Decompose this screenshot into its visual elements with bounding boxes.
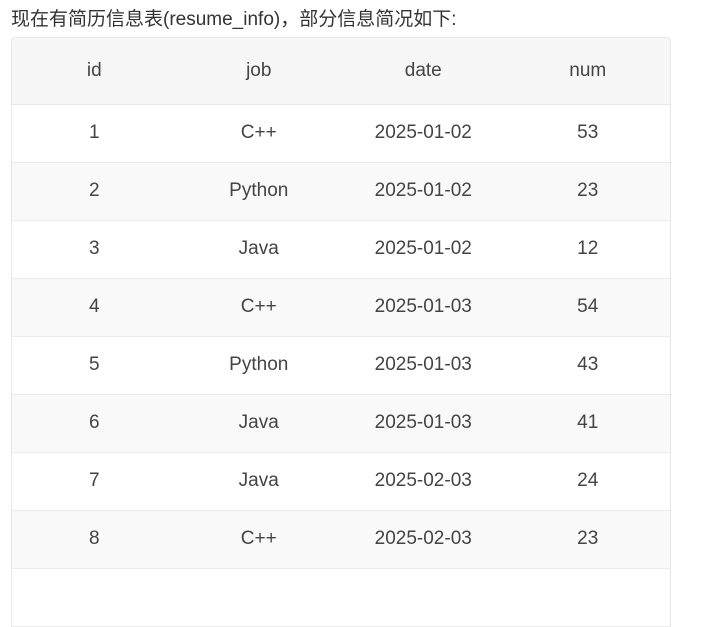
cell-num bbox=[505, 568, 670, 627]
column-header-num: num bbox=[505, 38, 670, 105]
cell-id: 4 bbox=[12, 278, 177, 337]
cell-num: 23 bbox=[505, 162, 670, 221]
cell-num: 43 bbox=[505, 336, 670, 395]
table-row bbox=[12, 568, 670, 627]
cell-job: Python bbox=[176, 336, 341, 395]
cell-date: 2025-01-03 bbox=[341, 394, 506, 453]
cell-date: 2025-01-03 bbox=[341, 336, 506, 395]
cell-date: 2025-01-03 bbox=[341, 278, 506, 337]
table-row: 2 Python 2025-01-02 23 bbox=[12, 162, 670, 221]
cell-job: Java bbox=[176, 394, 341, 453]
cell-id: 1 bbox=[12, 104, 177, 163]
cell-date bbox=[341, 568, 506, 627]
intro-text: 现在有简历信息表(resume_info)，部分信息简况如下: bbox=[11, 9, 457, 30]
header-row: id job date num bbox=[12, 38, 670, 105]
cell-num: 12 bbox=[505, 220, 670, 279]
cell-date: 2025-02-03 bbox=[341, 452, 506, 511]
cell-date: 2025-01-02 bbox=[341, 162, 506, 221]
cell-job: Java bbox=[176, 220, 341, 279]
cell-date: 2025-01-02 bbox=[341, 104, 506, 163]
cell-job: C++ bbox=[176, 104, 341, 163]
cell-id: 3 bbox=[12, 220, 177, 279]
table-row: 5 Python 2025-01-03 43 bbox=[12, 336, 670, 395]
cell-id: 6 bbox=[12, 394, 177, 453]
table-row: 1 C++ 2025-01-02 53 bbox=[12, 104, 670, 163]
table-row: 3 Java 2025-01-02 12 bbox=[12, 220, 670, 279]
table-row: 7 Java 2025-02-03 24 bbox=[12, 452, 670, 511]
cell-num: 53 bbox=[505, 104, 670, 163]
table-row: 6 Java 2025-01-03 41 bbox=[12, 394, 670, 453]
cell-id: 7 bbox=[12, 452, 177, 511]
cell-job: Java bbox=[176, 452, 341, 511]
table-body: 1 C++ 2025-01-02 53 2 Python 2025-01-02 23 3 Java… bbox=[12, 104, 670, 627]
column-header-id: id bbox=[12, 38, 177, 105]
table-row: 4 C++ 2025-01-03 54 bbox=[12, 278, 670, 337]
cell-id: 2 bbox=[12, 162, 177, 221]
cell-num: 41 bbox=[505, 394, 670, 453]
cell-id bbox=[12, 568, 177, 627]
table-row: 8 C++ 2025-02-03 23 bbox=[12, 510, 670, 569]
data-table: id job date num 1 C++ 2025-01-02 53 2 Python 2… bbox=[12, 38, 670, 627]
cell-job: C++ bbox=[176, 510, 341, 569]
cell-date: 2025-01-02 bbox=[341, 220, 506, 279]
cell-num: 54 bbox=[505, 278, 670, 337]
cell-num: 23 bbox=[505, 510, 670, 569]
column-header-date: date bbox=[341, 38, 506, 105]
cell-job: Python bbox=[176, 162, 341, 221]
cell-date: 2025-02-03 bbox=[341, 510, 506, 569]
cell-job bbox=[176, 568, 341, 627]
column-header-job: job bbox=[176, 38, 341, 105]
cell-id: 8 bbox=[12, 510, 177, 569]
cell-job: C++ bbox=[176, 278, 341, 337]
resume-info-table: id job date num 1 C++ 2025-01-02 53 2 Python 2… bbox=[11, 37, 671, 627]
cell-id: 5 bbox=[12, 336, 177, 395]
cell-num: 24 bbox=[505, 452, 670, 511]
table-header: id job date num bbox=[12, 38, 670, 105]
